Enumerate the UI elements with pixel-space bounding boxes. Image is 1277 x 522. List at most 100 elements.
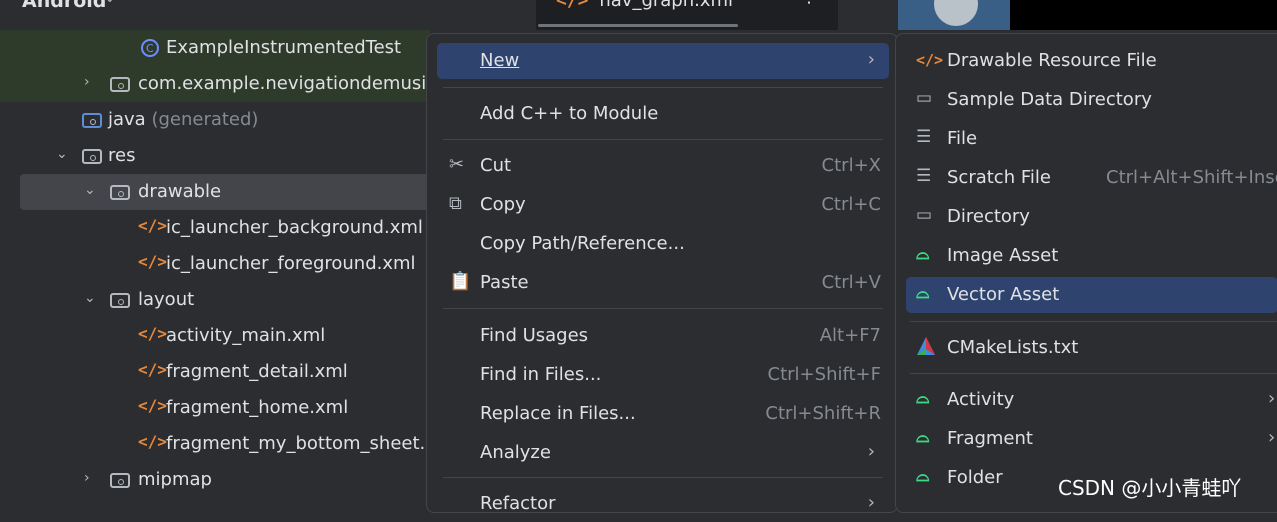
menu-item-refactor[interactable]: Refactor › — [437, 486, 889, 522]
tree-item-label: activity_main.xml — [166, 325, 326, 346]
menu-separator — [910, 321, 1277, 322]
menu-item-shortcut: Ctrl+C — [821, 194, 881, 215]
menu-item-paste[interactable]: 📋 Paste Ctrl+V — [437, 265, 889, 301]
menu-item-copy-path[interactable]: Copy Path/Reference... — [437, 226, 889, 262]
menu-item-new[interactable]: New › — [437, 43, 889, 79]
tree-row[interactable]: ⌄ res — [0, 138, 430, 174]
menu-separator — [443, 87, 883, 88]
submenu-item-label: Activity — [947, 389, 1015, 410]
chevron-right-icon: › — [867, 492, 875, 513]
submenu-item-image-asset[interactable]: ⌓ Image Asset — [906, 238, 1277, 274]
menu-item-shortcut: Ctrl+V — [821, 272, 881, 293]
submenu-item-shortcut: Ctrl+Alt+Shift+Insert — [1106, 167, 1277, 188]
tab-label: nav_graph.xml — [599, 0, 734, 11]
folder-icon: ▭ — [916, 205, 933, 225]
submenu-item-activity[interactable]: ⌓ Activity › — [906, 382, 1277, 418]
clipboard-icon: 📋 — [449, 271, 472, 292]
tab-nav-graph[interactable]: </> nav_graph.xml — [556, 0, 733, 11]
tree-row[interactable]: ⌄ layout — [0, 282, 430, 318]
submenu-item-fragment[interactable]: ⌓ Fragment › — [906, 421, 1277, 457]
new-submenu: </> Drawable Resource File ▭ Sample Data… — [895, 33, 1277, 513]
tree-row[interactable]: › mipmap — [0, 462, 430, 498]
tree-row[interactable]: › com.example.nevigationdemusic — [0, 66, 436, 102]
tree-row[interactable]: </> fragment_detail.xml — [0, 354, 430, 390]
chevron-right-icon: › — [1268, 427, 1276, 448]
tree-row[interactable]: </> ic_launcher_background.xml — [0, 210, 430, 246]
tree-item-label: ic_launcher_foreground.xml — [166, 253, 416, 274]
tree-row-selected[interactable]: ⌄ drawable — [20, 174, 430, 210]
menu-item-shortcut: Alt+F7 — [819, 325, 881, 346]
project-view-title[interactable]: Android — [22, 0, 106, 12]
folder-icon: ▭ — [916, 88, 933, 108]
menu-item-replace-in-files[interactable]: Replace in Files... Ctrl+Shift+R — [437, 396, 889, 432]
submenu-item-vector-asset[interactable]: ⌓ Vector Asset — [906, 277, 1277, 313]
source-folder-icon — [82, 113, 102, 128]
submenu-item-cmakelists[interactable]: CMakeLists.txt — [906, 330, 1277, 366]
submenu-item-file[interactable]: ☰ File — [906, 121, 1277, 157]
tree-item-label: com.example.nevigationdemusic — [138, 73, 437, 94]
menu-item-find-in-files[interactable]: Find in Files... Ctrl+Shift+F — [437, 357, 889, 393]
resource-folder-icon — [82, 149, 102, 164]
xml-file-icon: </> — [138, 396, 167, 415]
tree-item-label: fragment_home.xml — [166, 397, 349, 418]
menu-separator — [910, 373, 1277, 374]
submenu-item-label: Directory — [947, 206, 1030, 227]
tree-row[interactable]: </> fragment_my_bottom_sheet.xml — [0, 426, 458, 462]
android-icon: ⌓ — [916, 283, 930, 303]
chevron-down-icon[interactable]: ⌄ — [84, 182, 96, 198]
menu-item-label: Copy — [480, 194, 526, 215]
menu-item-label: New — [480, 50, 520, 71]
package-folder-icon — [110, 77, 130, 92]
menu-item-find-usages[interactable]: Find Usages Alt+F7 — [437, 318, 889, 354]
file-icon: ☰ — [916, 127, 932, 147]
submenu-item-label: Sample Data Directory — [947, 89, 1152, 110]
xml-file-icon: </> — [138, 432, 167, 451]
submenu-item-sample-data-directory[interactable]: ▭ Sample Data Directory — [906, 82, 1277, 118]
tree-row[interactable]: </> activity_main.xml — [0, 318, 430, 354]
submenu-item-scratch-file[interactable]: ☰ Scratch File Ctrl+Alt+Shift+Insert — [906, 160, 1277, 196]
tab-scrollbar[interactable] — [538, 24, 738, 27]
tree-row[interactable]: </> fragment_home.xml — [0, 390, 430, 426]
menu-item-copy[interactable]: ⧉ Copy Ctrl+C — [437, 187, 889, 223]
chevron-right-icon[interactable]: › — [84, 470, 90, 486]
scratch-file-icon: ☰ — [916, 166, 932, 186]
project-tree: C ExampleInstrumentedTest › com.example.… — [0, 30, 458, 508]
tree-row[interactable]: </> ic_launcher_foreground.xml — [0, 246, 430, 282]
xml-file-icon: </> — [138, 252, 167, 271]
menu-item-add-cpp[interactable]: Add C++ to Module — [437, 96, 889, 132]
android-icon: ⌓ — [916, 244, 930, 264]
submenu-item-label: Vector Asset — [947, 284, 1060, 305]
tree-item-suffix: (generated) — [145, 109, 259, 130]
watermark: CSDN @小小青蛙吖 — [1058, 476, 1242, 500]
tree-item-label: res — [108, 145, 136, 166]
submenu-item-drawable-resource-file[interactable]: </> Drawable Resource File — [906, 43, 1277, 79]
menu-item-cut[interactable]: ✂ Cut Ctrl+X — [437, 148, 889, 184]
xml-file-icon: </> — [916, 51, 944, 69]
chevron-down-icon[interactable]: ⌄ — [56, 146, 68, 162]
tree-item-label: mipmap — [138, 469, 212, 490]
background-area — [1010, 0, 1277, 30]
more-options-icon[interactable]: ⋮ — [800, 0, 818, 7]
submenu-item-directory[interactable]: ▭ Directory — [906, 199, 1277, 235]
tree-item-label: drawable — [138, 181, 222, 202]
tree-row[interactable]: java (generated) — [0, 102, 430, 138]
menu-item-label: Add C++ to Module — [480, 103, 659, 124]
tree-row[interactable]: C ExampleInstrumentedTest — [0, 30, 430, 66]
menu-item-label: Analyze — [480, 442, 551, 463]
xml-file-icon: </> — [138, 360, 167, 379]
submenu-item-label: CMakeLists.txt — [947, 337, 1079, 358]
chevron-down-icon[interactable]: ⌄ — [104, 0, 116, 6]
menu-item-label: Find in Files... — [480, 364, 602, 385]
folder-icon — [110, 293, 130, 308]
menu-separator — [443, 139, 883, 140]
chevron-right-icon[interactable]: › — [84, 74, 90, 90]
menu-item-shortcut: Ctrl+Shift+F — [767, 364, 881, 385]
bell-icon[interactable] — [854, 0, 880, 8]
menu-item-label: Find Usages — [480, 325, 589, 346]
folder-icon — [110, 185, 130, 200]
chevron-down-icon[interactable]: ⌄ — [84, 290, 96, 306]
menu-item-analyze[interactable]: Analyze › — [437, 435, 889, 471]
cmake-icon — [916, 336, 936, 361]
menu-separator — [443, 308, 883, 309]
menu-item-label: Cut — [480, 155, 512, 176]
